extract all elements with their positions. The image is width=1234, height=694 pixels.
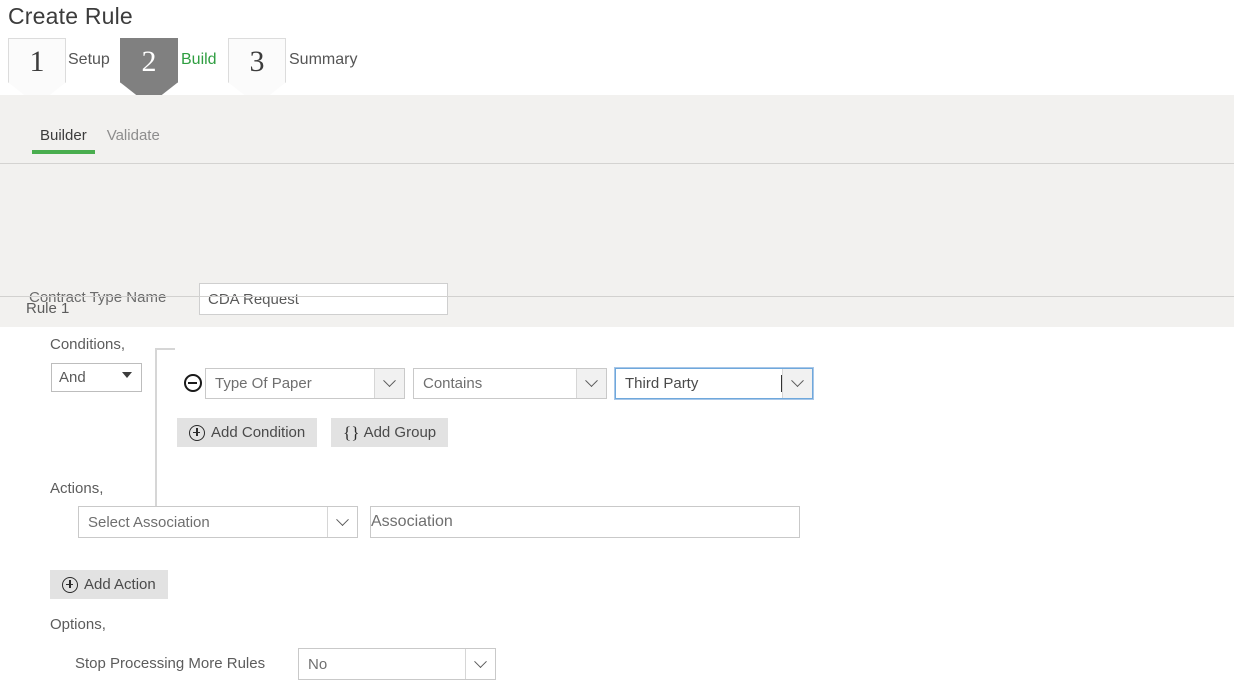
stop-processing-value: No (299, 656, 465, 673)
curly-braces-icon: { } (343, 423, 358, 443)
builder-tabs: Builder Validate (30, 127, 170, 154)
add-condition-label: Add Condition (211, 424, 305, 441)
options-label: Options, (50, 616, 106, 633)
rule-header-band: Rule 1 (0, 296, 1234, 328)
wizard-step-3-label[interactable]: Summary (289, 51, 357, 69)
rule-header-label: Rule 1 (26, 300, 69, 317)
wizard-step-2-label[interactable]: Build (181, 51, 217, 69)
actions-label: Actions, (50, 480, 103, 497)
action-association-select[interactable]: Select Association (78, 506, 358, 538)
condition-operator-dropdown[interactable] (576, 369, 606, 398)
wizard-step-1-number: 1 (30, 39, 45, 85)
plus-circle-icon (189, 425, 205, 441)
stop-processing-label: Stop Processing More Rules (75, 655, 265, 672)
stop-processing-dropdown[interactable] (465, 649, 495, 679)
add-action-button[interactable]: Add Action (50, 570, 168, 599)
tab-builder[interactable]: Builder (30, 127, 97, 154)
condition-value-dropdown[interactable] (782, 369, 812, 398)
condition-group-bracket (155, 348, 175, 508)
action-association-value: Select Association (79, 514, 327, 531)
add-action-label: Add Action (84, 576, 156, 593)
condition-logic-select[interactable]: And (51, 363, 142, 392)
create-rule-page: Create Rule 1 Setup 2 Build 3 Summary Bu… (0, 0, 1234, 694)
add-group-button[interactable]: { } Add Group (331, 418, 448, 447)
page-title: Create Rule (8, 3, 133, 30)
action-association-text-field[interactable]: Association (370, 506, 800, 538)
stop-processing-select[interactable]: No (298, 648, 496, 680)
chevron-down-icon (336, 513, 349, 526)
action-association-text-value: Association (371, 513, 453, 531)
condition-operator-value: Contains (414, 375, 576, 392)
condition-attribute-value: Type Of Paper (206, 375, 374, 392)
wizard-steps: 1 Setup 2 Build 3 Summary (0, 38, 1234, 88)
condition-value-field[interactable]: Third Party (615, 368, 813, 399)
wizard-step-1-label[interactable]: Setup (68, 51, 110, 69)
add-condition-button[interactable]: Add Condition (177, 418, 317, 447)
conditions-label: Conditions, (50, 336, 125, 353)
chevron-down-icon (791, 374, 804, 387)
builder-panel: Builder Validate Contract Type Name Add … (0, 95, 1234, 327)
condition-value-text: Third Party (616, 375, 780, 392)
minus-circle-icon[interactable] (184, 374, 202, 392)
chevron-down-icon (474, 655, 487, 668)
action-association-dropdown[interactable] (327, 507, 357, 537)
tabs-divider (0, 163, 1234, 164)
add-group-label: Add Group (364, 424, 437, 441)
condition-operator-field[interactable]: Contains (413, 368, 607, 399)
rule-body: Conditions, And Type Of Paper Contains (0, 328, 1234, 694)
wizard-step-3-number: 3 (250, 39, 265, 85)
rule-band-divider-top (0, 296, 1234, 297)
chevron-down-icon (383, 374, 396, 387)
wizard-step-2-number: 2 (142, 39, 157, 85)
condition-attribute-dropdown[interactable] (374, 369, 404, 398)
chevron-down-icon (585, 374, 598, 387)
condition-attribute-field[interactable]: Type Of Paper (205, 368, 405, 399)
plus-circle-icon (62, 577, 78, 593)
tab-validate[interactable]: Validate (97, 127, 170, 154)
